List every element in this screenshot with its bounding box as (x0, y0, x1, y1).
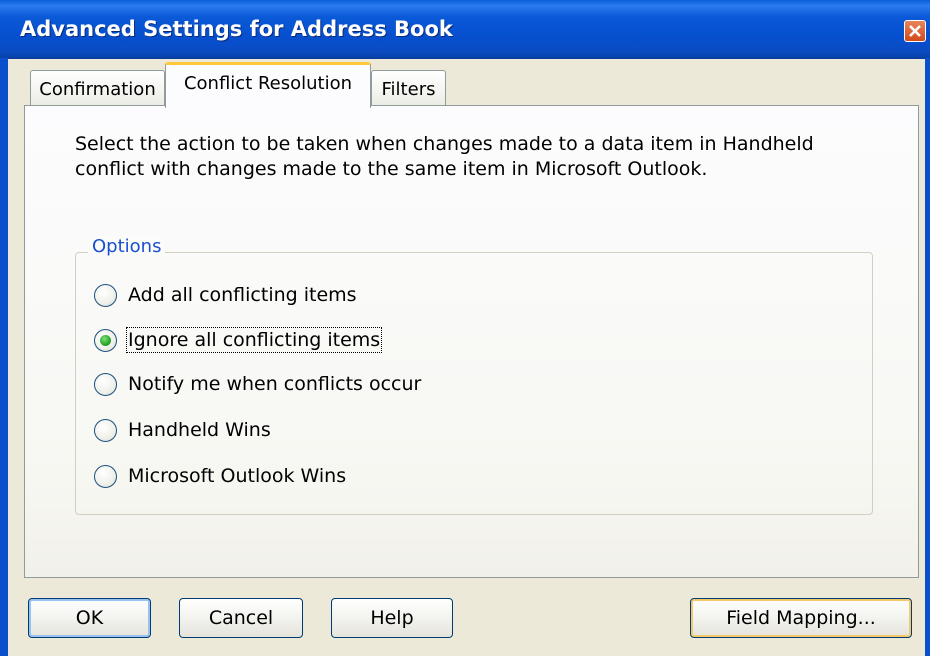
ok-button[interactable]: OK (28, 598, 151, 638)
tab-label: Confirmation (39, 79, 156, 100)
option-label: Notify me when conflicts occur (128, 373, 422, 395)
radio-button-icon[interactable] (94, 419, 117, 442)
option-label: Add all conflicting items (128, 284, 357, 306)
window-frame-right (925, 58, 930, 656)
tab-confirmation[interactable]: Confirmation (30, 70, 165, 106)
options-group-label: Options (88, 236, 166, 257)
radio-button-icon[interactable] (94, 284, 117, 307)
tab-filters[interactable]: Filters (371, 70, 446, 106)
tab-label: Conflict Resolution (183, 73, 353, 94)
tab-conflict-resolution[interactable]: Conflict Resolution (165, 62, 371, 108)
radio-button-icon[interactable] (94, 465, 117, 488)
option-label: Handheld Wins (128, 419, 271, 441)
title-bar[interactable]: Advanced Settings for Address Book (0, 0, 930, 59)
description-text: Select the action to be taken when chang… (75, 133, 814, 180)
field-mapping-button[interactable]: Field Mapping... (690, 598, 912, 638)
radio-button-icon[interactable] (94, 373, 117, 396)
cancel-button[interactable]: Cancel (179, 598, 303, 638)
help-button[interactable]: Help (331, 598, 453, 638)
radio-button-icon[interactable] (94, 329, 117, 352)
option-label: Microsoft Outlook Wins (128, 465, 347, 487)
option-label: Ignore all conflicting items (125, 327, 383, 353)
close-button[interactable] (904, 20, 926, 42)
window-title: Advanced Settings for Address Book (20, 17, 453, 41)
close-icon (909, 25, 921, 37)
window-frame-left (0, 58, 8, 656)
tab-label: Filters (381, 79, 436, 100)
